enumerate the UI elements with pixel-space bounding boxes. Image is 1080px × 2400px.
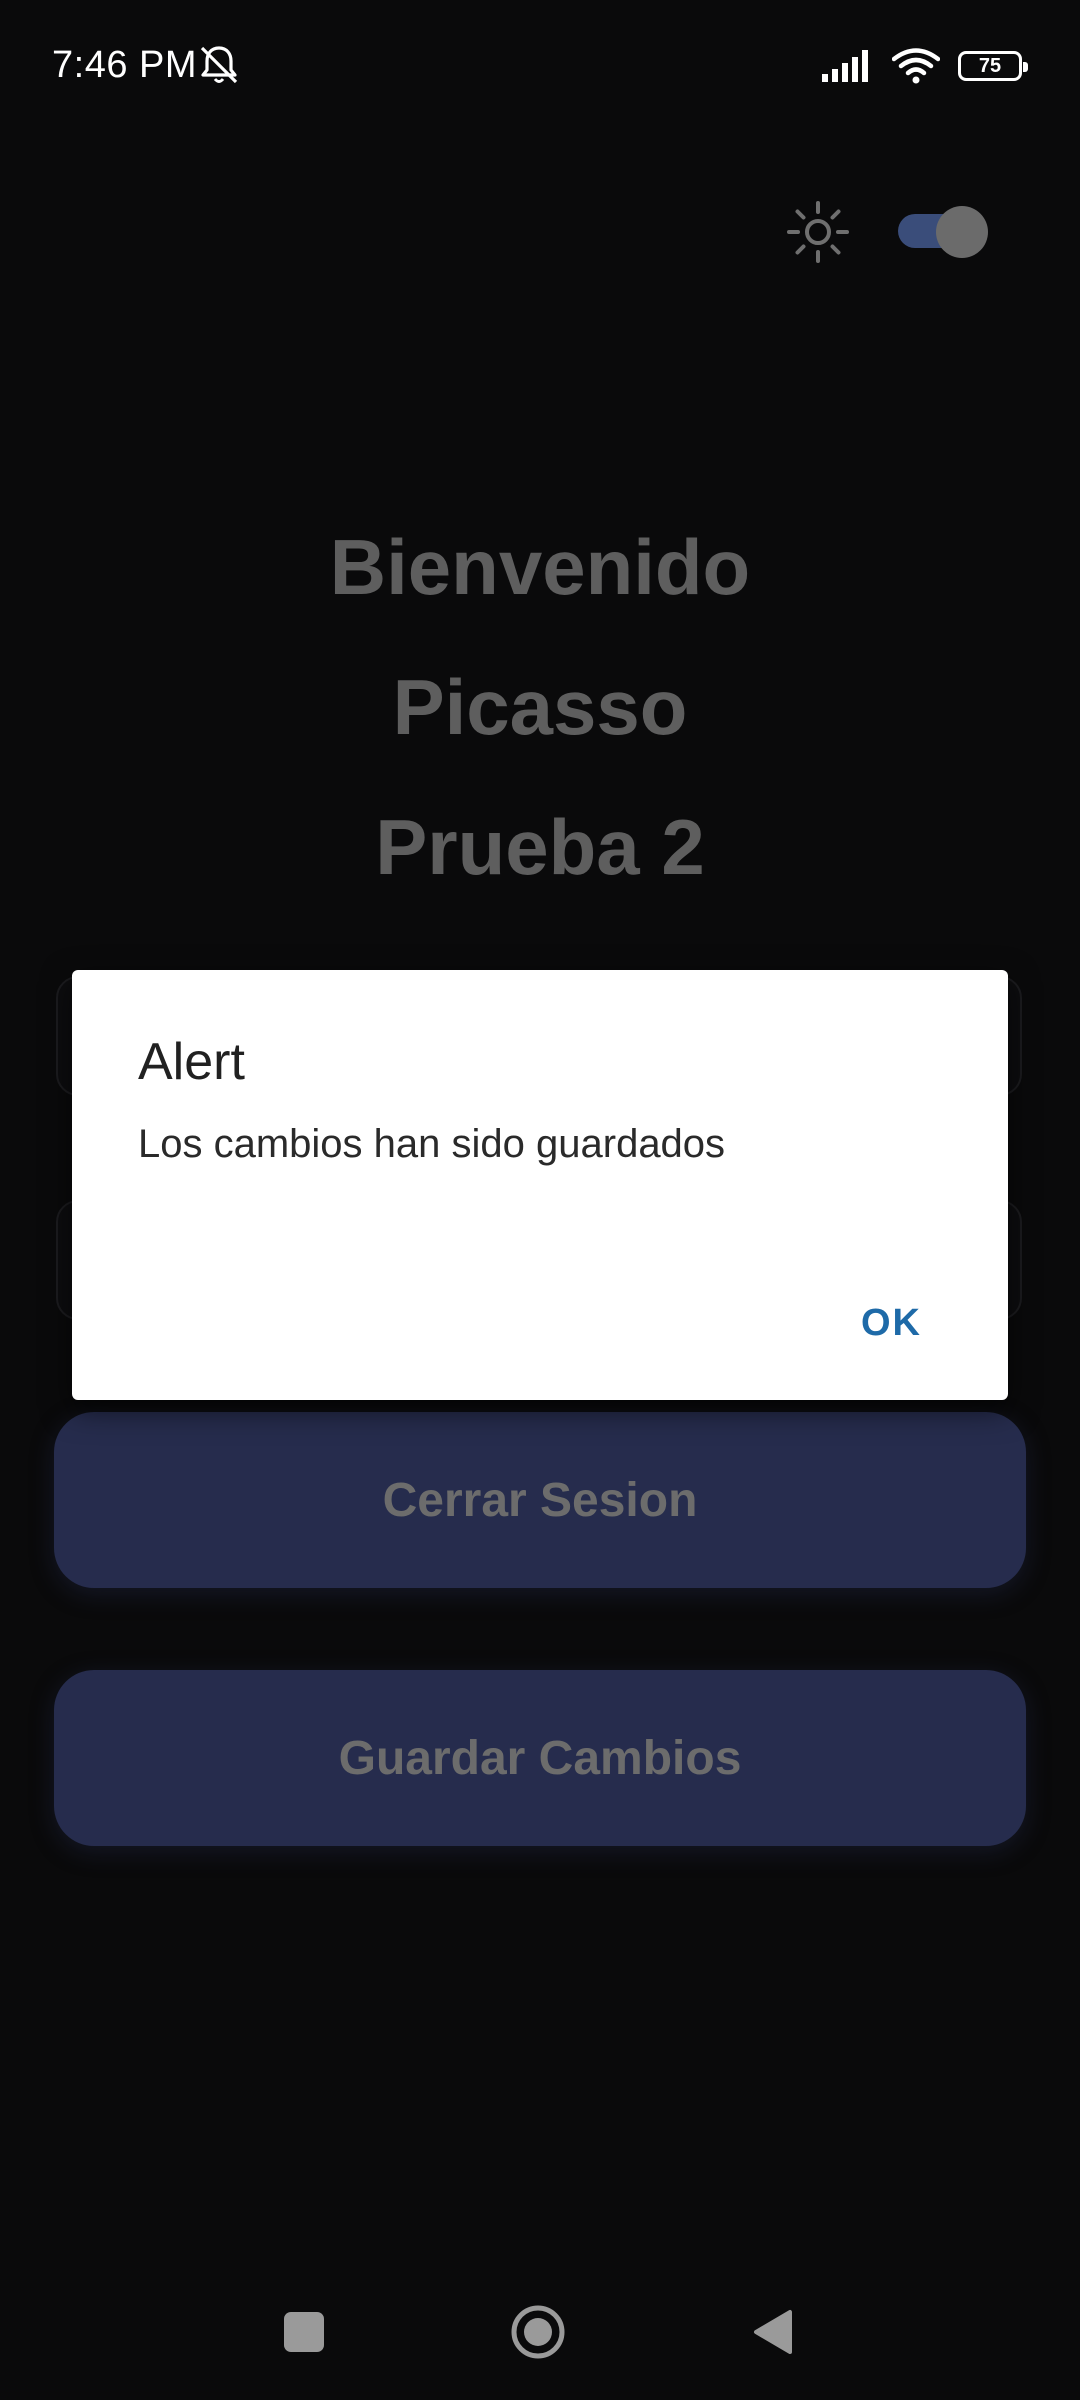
back-icon[interactable] [752, 2308, 792, 2356]
welcome-heading: Bienvenido [329, 523, 751, 611]
mute-icon [200, 46, 238, 84]
signal-icon [822, 50, 868, 82]
sun-icon[interactable] [786, 200, 850, 264]
ok-button[interactable]: OK [861, 1302, 922, 1345]
save-changes-button[interactable]: Guardar Cambios [54, 1670, 1026, 1846]
wifi-icon [892, 48, 940, 84]
navigation-bar [0, 2280, 1080, 2400]
dialog-title: Alert [138, 1033, 245, 1091]
alert-dialog: Alert Los cambios han sido guardados OK [72, 970, 1008, 1400]
battery-icon: 75 [958, 51, 1028, 81]
status-time: 7:46 PM [52, 44, 198, 86]
user-name: Picasso [392, 663, 688, 751]
dialog-message: Los cambios han sido guardados [138, 1122, 726, 1166]
logout-button[interactable]: Cerrar Sesion [54, 1412, 1026, 1588]
screen: 7:46 PM 75 Bienvenido Picasso Prueba 2 C… [0, 0, 1080, 2400]
battery-level: 75 [978, 54, 1002, 77]
home-icon[interactable] [510, 2304, 566, 2360]
recent-apps-icon[interactable] [284, 2312, 324, 2352]
status-icons: 75 [822, 46, 1028, 86]
user-subtitle: Prueba 2 [375, 803, 705, 891]
status-bar: 7:46 PM 75 [0, 0, 1080, 132]
dark-mode-toggle[interactable] [898, 206, 990, 258]
toggle-knob [936, 206, 988, 258]
